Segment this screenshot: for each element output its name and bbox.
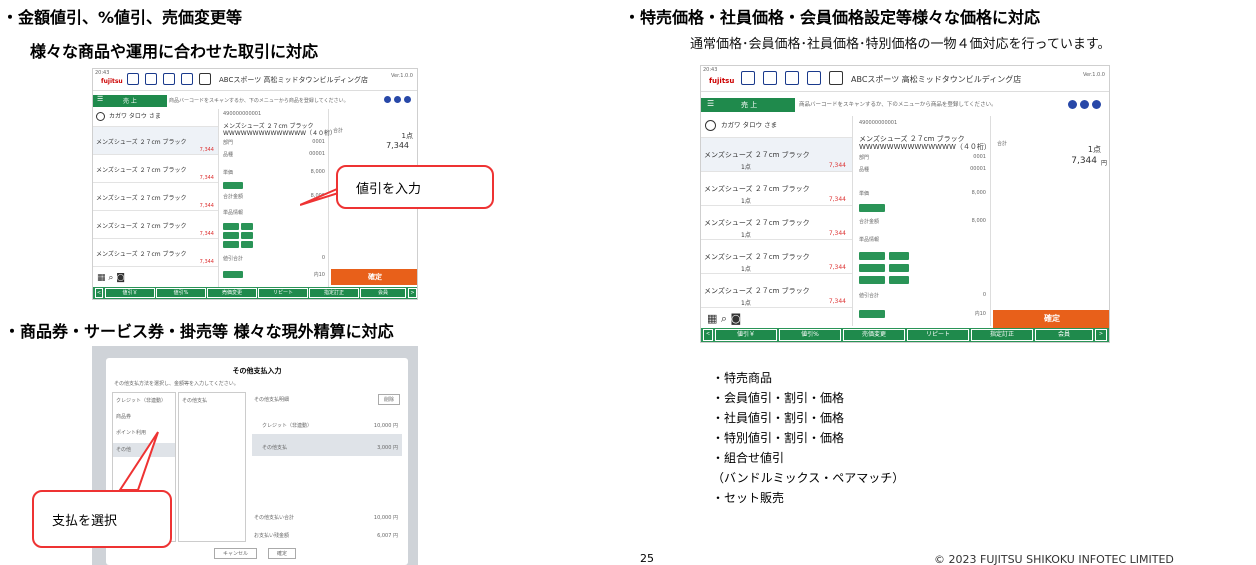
callout-payment: 支払を選択: [32, 490, 172, 548]
pos-screen-right: 20:43 fujitsu ABCスポーツ 高松ミッドタウンビルディング店 Ve…: [700, 65, 1110, 343]
tab-sales[interactable]: ☰ 売 上: [93, 95, 167, 107]
catalog-icon[interactable]: [785, 71, 799, 85]
confirm-button[interactable]: 確定: [331, 269, 417, 285]
feature-item: ・会員値引・割引・価格: [712, 391, 845, 405]
report-icon[interactable]: [181, 73, 193, 85]
list-item[interactable]: メンズシューズ ２７cm ブラック 7,344: [93, 127, 218, 155]
fkey-price-change[interactable]: 売価変更: [207, 288, 257, 298]
item-list: カガワ タロウ さま メンズシューズ ２７cm ブラック 7,344 メンズシュ…: [93, 109, 219, 289]
item-detail-right: 490000000001 メンズシューズ ２７cm ブラック WWWWWWWWW…: [855, 116, 991, 326]
heading-discount-sub: 様々な商品や運用に合わせた取引に対応: [30, 42, 319, 61]
heading-discount: ・金額値引、%値引、売価変更等: [2, 8, 243, 27]
fkey-price-change[interactable]: 売価変更: [843, 329, 905, 341]
fkey-member[interactable]: 会員: [1035, 329, 1093, 341]
list-item[interactable]: メンズシューズ ２７cm ブラック 7,344: [93, 239, 218, 267]
barcode-icon[interactable]: ▦ ⌕ ◙: [707, 312, 741, 326]
fkey-discount-yen[interactable]: 値引￥: [105, 288, 155, 298]
method-gift[interactable]: 商品券: [116, 413, 131, 420]
version: Ver.1.0.0: [390, 73, 413, 79]
settings-icon[interactable]: [829, 71, 843, 85]
list-item[interactable]: メンズシューズ ２７cm ブラック 7,344: [93, 183, 218, 211]
list-item[interactable]: メンズシューズ ２７cm ブラック 7,344: [93, 155, 218, 183]
pos-time: 20:43: [95, 70, 110, 76]
dialog-title: その他支払入力: [232, 367, 282, 375]
fkey-member[interactable]: 会員: [360, 288, 406, 298]
pos-topbar: 20:43 fujitsu ABCスポーツ 高松ミッドタウンビルディング店 Ve…: [93, 69, 417, 91]
feature-item: ・社員値引・割引・価格: [712, 411, 845, 425]
fkey-discount-percent[interactable]: 値引%: [779, 329, 841, 341]
pos-instruction: 商品バーコードをスキャンするか、下のメニューから商品を登録してください。: [169, 98, 349, 104]
report-icon[interactable]: [807, 71, 821, 85]
sub-method-list: その他支払: [178, 392, 246, 542]
heading-payment: ・商品券・サービス券・掛売等 様々な現外精算に対応: [4, 322, 394, 341]
list-item[interactable]: メンズシューズ ２７cm ブラック 1点 7,344: [701, 206, 852, 240]
barcode-icon[interactable]: ▦ ⌕ ◙: [97, 273, 125, 283]
feature-item: ・セット販売: [712, 491, 785, 505]
prev-icon[interactable]: <: [703, 329, 713, 341]
feature-list: ・特売商品 ・会員値引・割引・価格 ・社員値引・割引・価格 ・特別値引・割引・価…: [712, 368, 904, 508]
heading-prices-sub: 通常価格･会員価格･社員価格･特別価格の一物４価対応を行っています。: [690, 37, 1111, 52]
list-item[interactable]: メンズシューズ ２７cm ブラック 1点 7,344: [701, 274, 852, 308]
copyright: © 2023 FUJITSU SHIKOKU INFOTEC LIMITED: [934, 553, 1174, 565]
fkey-discount-yen[interactable]: 値引￥: [715, 329, 777, 341]
cancel-button[interactable]: キャンセル: [214, 548, 258, 559]
payment-detail: その他支払明細 削除 クレジット（非連動） 10,000 円 その他支払 3,0…: [252, 392, 402, 542]
page-number: 25: [640, 552, 654, 565]
next-icon[interactable]: >: [1095, 329, 1107, 341]
item-list-right: カガワ タロウ さま メンズシューズ ２７cm ブラック 1点 7,344 メン…: [701, 116, 853, 326]
feature-item: ・特別値引・割引・価格: [712, 431, 845, 445]
ok-button[interactable]: 確定: [268, 548, 297, 559]
heading-prices: ・特売価格・社員価格・会員価格設定等様々な価格に対応: [624, 8, 1041, 27]
pos-topbar-right: 20:43 fujitsu ABCスポーツ 高松ミッドタウンビルディング店 Ve…: [701, 66, 1109, 92]
prev-icon[interactable]: <: [95, 288, 103, 298]
store-name: ABCスポーツ 高松ミッドタウンビルディング店: [219, 76, 368, 84]
confirm-button-right[interactable]: 確定: [993, 310, 1109, 328]
fkey-correction[interactable]: 指定訂正: [309, 288, 359, 298]
top-icon[interactable]: [741, 71, 755, 85]
delete-button[interactable]: 削除: [377, 394, 400, 405]
tab-sales-right[interactable]: ☰ 売 上: [701, 98, 795, 112]
fkey-discount-percent[interactable]: 値引%: [156, 288, 206, 298]
feature-item: （バンドルミックス・ペアマッチ）: [712, 471, 905, 485]
top-icon[interactable]: [127, 73, 139, 85]
list-item[interactable]: メンズシューズ ２７cm ブラック 1点 7,344: [701, 138, 852, 172]
function-keys: < 値引￥ 値引% 売価変更 リピート 指定訂正 会員 >: [93, 287, 417, 299]
feature-item: ・特売商品: [712, 371, 773, 385]
list-item[interactable]: メンズシューズ ２７cm ブラック 7,344: [93, 211, 218, 239]
callout-discount: 値引を入力: [336, 165, 494, 209]
detail-line-selected[interactable]: その他支払 3,000 円: [252, 434, 402, 456]
fkey-repeat[interactable]: リピート: [907, 329, 969, 341]
pos-cart-icon[interactable]: [763, 71, 777, 85]
catalog-icon[interactable]: [163, 73, 175, 85]
total-panel-right: 合計 1点 7,344 円: [997, 141, 1107, 167]
settings-icon[interactable]: [199, 73, 211, 85]
method-credit[interactable]: クレジット（非連動）: [116, 397, 166, 404]
next-icon[interactable]: >: [408, 288, 417, 298]
pos-cart-icon[interactable]: [145, 73, 157, 85]
list-item[interactable]: メンズシューズ ２７cm ブラック 1点 7,344: [701, 240, 852, 274]
function-keys-right: < 値引￥ 値引% 売価変更 リピート 指定訂正 会員 >: [701, 328, 1109, 342]
fkey-correction[interactable]: 指定訂正: [971, 329, 1033, 341]
dialog-hint: その他支払方法を選択し、金額等を入力してください。: [114, 381, 239, 387]
fkey-repeat[interactable]: リピート: [258, 288, 308, 298]
list-item[interactable]: メンズシューズ ２７cm ブラック 1点 7,344: [701, 172, 852, 206]
feature-item: ・組合せ値引: [712, 451, 785, 465]
